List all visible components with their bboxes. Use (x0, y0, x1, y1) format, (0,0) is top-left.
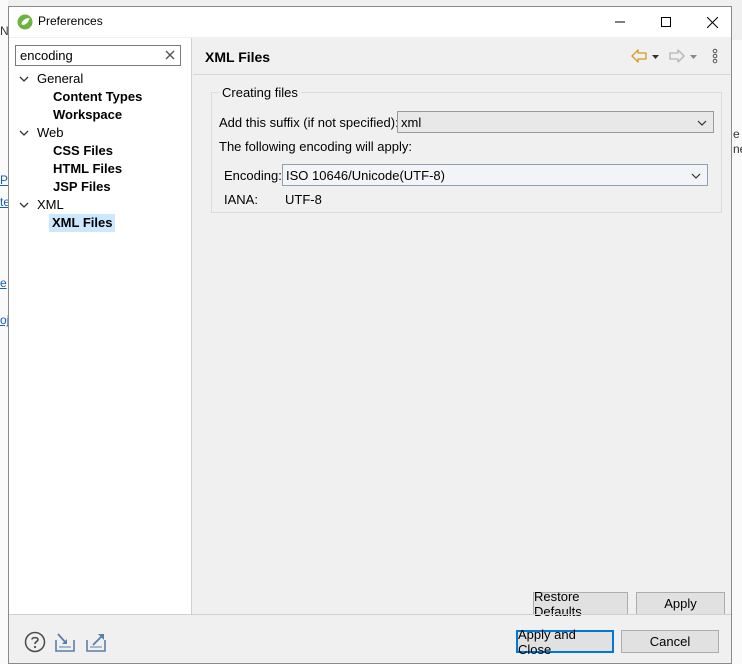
preference-page: XML Files Creating files Add this suffix… (193, 38, 731, 619)
background-fragment: Na (0, 24, 8, 38)
restore-defaults-button[interactable]: Restore Defaults (533, 589, 628, 619)
minimize-button[interactable] (597, 7, 643, 37)
tree-label: XML (37, 197, 64, 212)
background-link: oj (0, 313, 8, 327)
suffix-value: xml (401, 115, 422, 130)
window-title: Preferences (38, 14, 103, 28)
background-link: te (0, 195, 8, 209)
maximize-icon (661, 17, 671, 27)
help-icon[interactable] (24, 631, 46, 653)
chevron-down-icon[interactable] (19, 128, 29, 138)
title-separator (193, 74, 731, 75)
export-icon[interactable] (85, 631, 107, 653)
chevron-down-icon[interactable] (19, 200, 29, 210)
chevron-down-icon (697, 120, 707, 126)
chevron-down-icon (691, 173, 701, 179)
preferences-dialog: Preferences encoding General Content Typ… (8, 6, 732, 664)
chevron-down-icon[interactable] (19, 74, 29, 84)
forward-arrow-icon[interactable] (669, 48, 685, 64)
tree-item-jsp-files[interactable]: JSP Files (53, 178, 111, 196)
back-arrow-icon[interactable] (631, 48, 647, 64)
preference-tree-pane: encoding General Content Types Workspace… (9, 38, 192, 614)
background-fragment: e (733, 127, 740, 141)
filter-input[interactable]: encoding (15, 45, 181, 66)
suffix-dropdown[interactable]: xml (397, 111, 714, 133)
iana-value: UTF-8 (285, 192, 322, 207)
encoding-apply-text: The following encoding will apply: (219, 139, 412, 154)
tree-item-css-files[interactable]: CSS Files (53, 142, 113, 160)
forward-dropdown-icon[interactable] (689, 48, 698, 64)
back-dropdown-icon[interactable] (651, 48, 660, 64)
iana-label: IANA: (224, 192, 258, 207)
import-icon[interactable] (54, 631, 76, 653)
encoding-dropdown[interactable]: ISO 10646/Unicode(UTF-8) (282, 164, 708, 186)
more-options-icon[interactable] (712, 48, 718, 64)
tree-item-workspace[interactable]: Workspace (53, 106, 122, 124)
apply-button[interactable]: Apply (636, 592, 725, 615)
bottom-separator (9, 614, 731, 615)
suffix-label: Add this suffix (if not specified): (219, 115, 399, 130)
minimize-icon (615, 21, 625, 23)
background-ide-left (0, 0, 8, 664)
title-bar: Preferences (9, 7, 731, 37)
close-icon (706, 16, 718, 28)
background-fragment: ne (733, 142, 742, 156)
tree-label: Web (37, 125, 64, 140)
group-title: Creating files (219, 85, 301, 100)
cancel-button[interactable]: Cancel (621, 630, 719, 653)
encoding-label: Encoding: (224, 168, 282, 183)
background-link: e (0, 276, 7, 290)
close-button[interactable] (689, 7, 735, 37)
spring-app-icon (17, 14, 33, 30)
filter-text: encoding (20, 48, 73, 63)
background-link: P (0, 173, 8, 187)
clear-filter-icon[interactable] (164, 49, 176, 61)
tree-item-xml-files[interactable]: XML Files (49, 214, 116, 232)
encoding-value: ISO 10646/Unicode(UTF-8) (286, 168, 445, 183)
page-title: XML Files (205, 49, 271, 65)
tree-label: General (37, 71, 84, 86)
tree-item-html-files[interactable]: HTML Files (53, 160, 122, 178)
tree-item-content-types[interactable]: Content Types (53, 88, 142, 106)
apply-and-close-button[interactable]: Apply and Close (516, 627, 614, 657)
maximize-button[interactable] (643, 7, 689, 37)
